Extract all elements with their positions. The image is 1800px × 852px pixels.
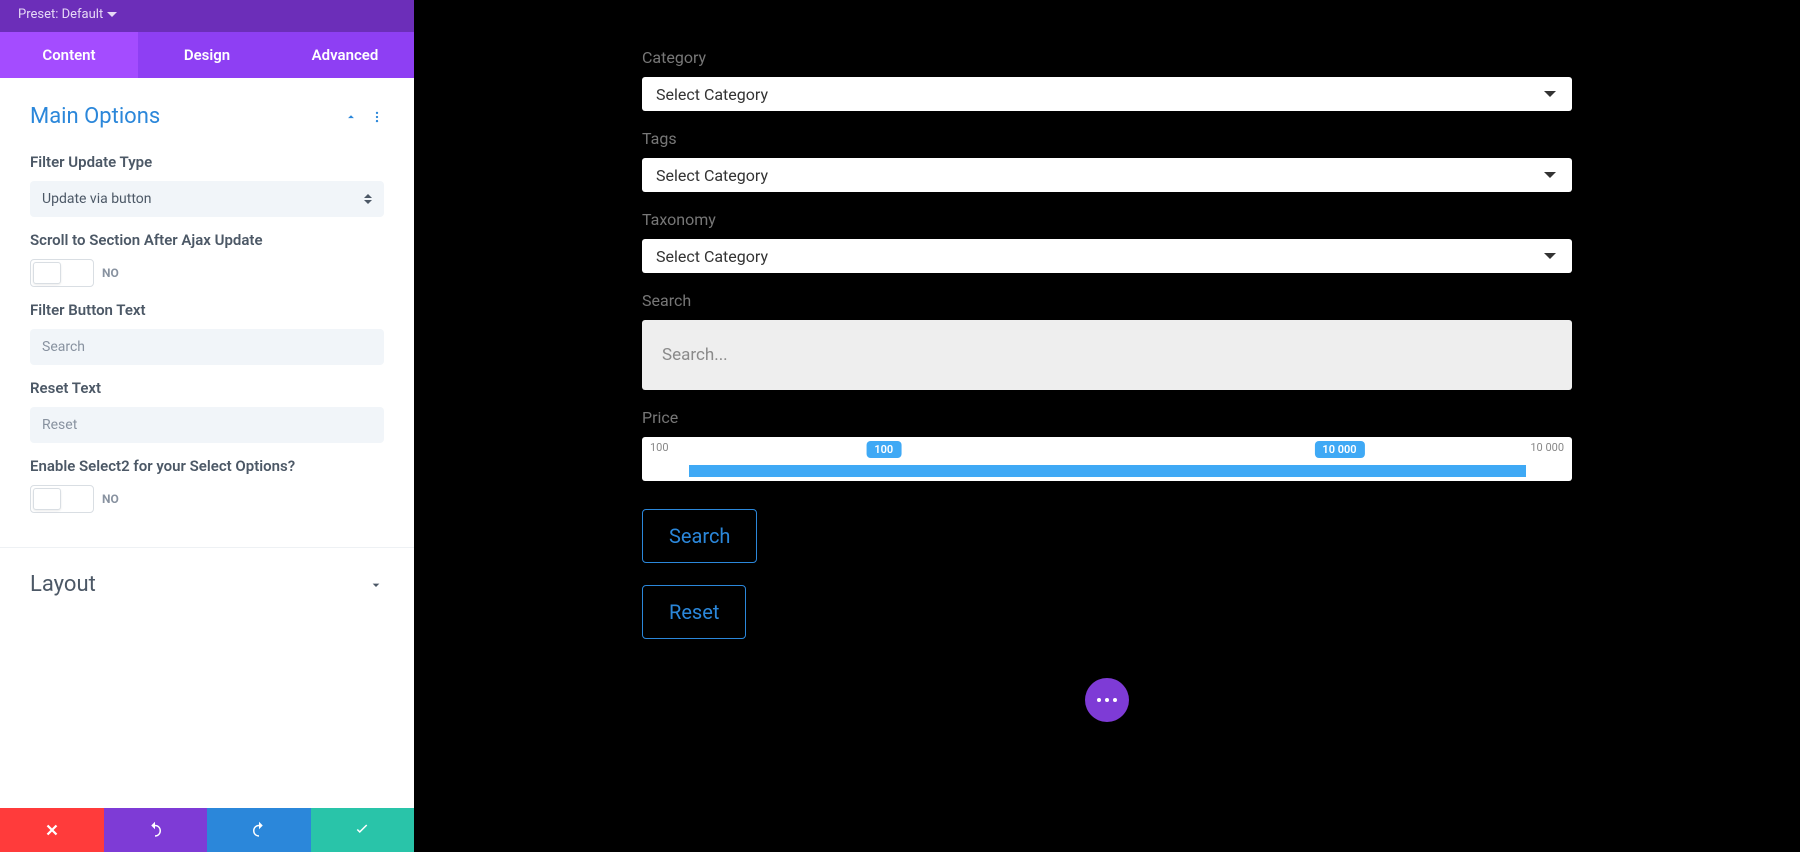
settings-sidebar: Filter Posts - Divi Ajax Filter... Prese… xyxy=(0,0,414,852)
redo-button[interactable] xyxy=(207,808,311,852)
section-more-icon[interactable] xyxy=(370,110,384,124)
reset-button[interactable]: Reset xyxy=(642,585,746,639)
toggle-value: NO xyxy=(102,492,119,506)
module-title: Filter Posts - Divi Ajax Filter... xyxy=(18,0,300,1)
reset-text-label: Reset Text xyxy=(30,379,384,397)
search-button[interactable]: Search xyxy=(642,509,757,563)
price-high-badge: 10 000 xyxy=(1314,441,1364,458)
filter-update-type-select[interactable]: Update via button xyxy=(30,181,384,217)
select2-label: Enable Select2 for your Select Options? xyxy=(30,457,384,475)
preset-label: Preset: Default xyxy=(18,7,103,22)
expand-icon[interactable] xyxy=(312,0,332,1)
filter-update-type-label: Filter Update Type xyxy=(30,153,384,171)
section-main-options[interactable]: Main Options xyxy=(0,78,414,139)
tags-label: Tags xyxy=(642,129,1572,148)
category-select[interactable]: Select Category xyxy=(642,77,1572,111)
reset-text-input[interactable] xyxy=(30,407,384,443)
price-range-slider[interactable]: 100 10 000 100 10 000 xyxy=(642,437,1572,481)
columns-icon[interactable] xyxy=(344,0,364,1)
preview-canvas: My Sites Divi 3 0 New Edit Page Exit Vis… xyxy=(414,0,1800,852)
tab-design[interactable]: Design xyxy=(138,32,276,78)
undo-button[interactable] xyxy=(104,808,208,852)
price-max-label: 10 000 xyxy=(1530,441,1564,454)
filter-button-text-label: Filter Button Text xyxy=(30,301,384,319)
divi-fab-button[interactable] xyxy=(1085,678,1129,722)
layout-title: Layout xyxy=(30,572,96,597)
sidebar-header: Filter Posts - Divi Ajax Filter... Prese… xyxy=(0,0,414,32)
search-label: Search xyxy=(642,291,1572,310)
chevron-up-icon[interactable] xyxy=(344,110,358,124)
preset-dropdown[interactable]: Preset: Default xyxy=(18,7,396,22)
search-field-wrap xyxy=(642,320,1572,390)
section-title: Main Options xyxy=(30,104,332,129)
price-min-label: 100 xyxy=(650,441,669,454)
sidebar-actions xyxy=(0,808,414,852)
more-icon[interactable] xyxy=(376,0,396,1)
caret-down-icon xyxy=(1544,91,1556,97)
tab-advanced[interactable]: Advanced xyxy=(276,32,414,78)
taxonomy-select[interactable]: Select Category xyxy=(642,239,1572,273)
tags-select[interactable]: Select Category xyxy=(642,158,1572,192)
tab-content[interactable]: Content xyxy=(0,32,138,78)
cancel-button[interactable] xyxy=(0,808,104,852)
scroll-toggle[interactable]: NO xyxy=(30,259,384,287)
filter-button-text-input[interactable] xyxy=(30,329,384,365)
price-low-badge: 100 xyxy=(866,441,901,458)
save-button[interactable] xyxy=(311,808,415,852)
sidebar-tabs: Content Design Advanced xyxy=(0,32,414,78)
price-label: Price xyxy=(642,408,1572,427)
select2-toggle[interactable]: NO xyxy=(30,485,384,513)
scroll-label: Scroll to Section After Ajax Update xyxy=(30,231,384,249)
taxonomy-label: Taxonomy xyxy=(642,210,1572,229)
sidebar-body[interactable]: Main Options Filter Update Type Update v… xyxy=(0,78,414,808)
category-label: Category xyxy=(642,48,1572,67)
caret-down-icon xyxy=(1544,253,1556,259)
section-layout[interactable]: Layout xyxy=(0,547,414,621)
search-input[interactable] xyxy=(662,345,1552,365)
caret-down-icon xyxy=(1544,172,1556,178)
chevron-down-icon xyxy=(368,577,384,593)
toggle-value: NO xyxy=(102,266,119,280)
